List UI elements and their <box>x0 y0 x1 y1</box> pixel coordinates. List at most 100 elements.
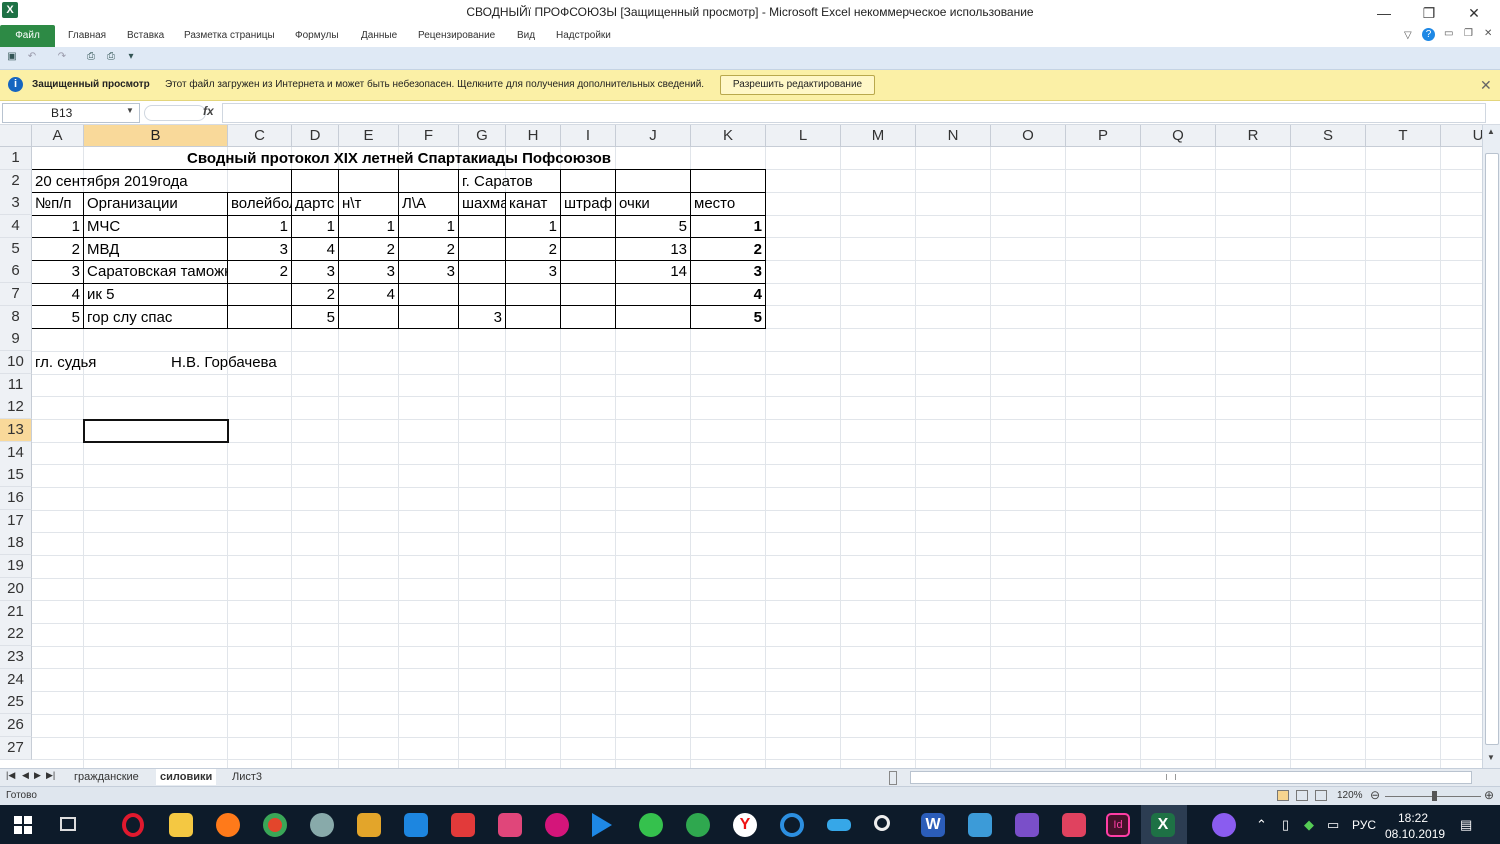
data-cell[interactable]: МЧС <box>84 215 227 237</box>
zoom-level[interactable]: 120% <box>1337 790 1363 801</box>
tab-view[interactable]: Вид <box>511 25 541 47</box>
notifications-icon[interactable]: ▤ <box>1460 817 1472 833</box>
horizontal-scrollbar[interactable] <box>910 771 1472 784</box>
data-cell[interactable] <box>459 215 505 237</box>
data-cell[interactable] <box>228 283 291 305</box>
column-header[interactable]: D <box>292 125 339 147</box>
app-icon-3[interactable] <box>498 813 522 837</box>
data-cell[interactable]: 2 <box>691 238 765 260</box>
app-icon-5[interactable] <box>968 813 992 837</box>
data-cell[interactable]: 1 <box>32 215 83 237</box>
data-cell[interactable]: 2 <box>292 283 338 305</box>
yandex-icon[interactable]: Y <box>733 813 757 837</box>
data-cell[interactable]: 2 <box>399 238 458 260</box>
chrome-icon[interactable] <box>263 813 287 837</box>
row-header[interactable]: 14 <box>0 442 32 465</box>
name-box[interactable]: B13 <box>2 103 140 123</box>
row-header[interactable]: 3 <box>0 192 32 215</box>
column-header[interactable]: B <box>84 125 228 147</box>
tab-home[interactable]: Главная <box>62 25 112 47</box>
data-cell[interactable]: 2 <box>339 238 398 260</box>
header-cell[interactable]: волейбол <box>228 192 291 214</box>
data-cell[interactable]: 2 <box>228 260 291 282</box>
header-cell[interactable]: дартс <box>292 192 338 214</box>
column-header[interactable]: E <box>339 125 399 147</box>
column-header[interactable]: P <box>1066 125 1141 147</box>
data-cell[interactable]: 3 <box>691 260 765 282</box>
city-cell[interactable]: г. Саратов <box>459 170 560 192</box>
column-header[interactable]: L <box>766 125 841 147</box>
select-all-corner[interactable] <box>0 125 32 147</box>
app-icon[interactable] <box>310 813 334 837</box>
redo-icon[interactable]: ↷ <box>55 50 69 64</box>
data-cell[interactable] <box>506 306 560 328</box>
app-icon-4[interactable] <box>827 819 851 831</box>
header-cell[interactable]: н\т <box>339 192 398 214</box>
chevron-up-icon[interactable]: ⌃ <box>1256 817 1267 833</box>
data-cell[interactable]: 1 <box>339 215 398 237</box>
data-cell[interactable]: 3 <box>459 306 505 328</box>
print-preview-icon[interactable]: ⎙ <box>84 50 98 64</box>
explorer-icon[interactable] <box>169 813 193 837</box>
row-header[interactable]: 24 <box>0 669 32 692</box>
data-cell[interactable]: Саратовская таможня <box>84 260 227 282</box>
column-header[interactable]: R <box>1216 125 1291 147</box>
data-cell[interactable] <box>399 283 458 305</box>
minimize-button[interactable]: — <box>1370 2 1398 24</box>
close-workbook-icon[interactable]: ✕ <box>1484 28 1492 39</box>
data-cell[interactable] <box>616 306 690 328</box>
sheet-tab[interactable]: Лист3 <box>228 769 266 785</box>
header-cell[interactable]: №п/п <box>32 192 83 214</box>
row-header[interactable]: 22 <box>0 623 32 646</box>
help-icon[interactable]: ? <box>1422 28 1435 41</box>
zoom-in-icon[interactable]: ⊕ <box>1484 788 1494 802</box>
data-cell[interactable]: 1 <box>399 215 458 237</box>
customize-qat-icon[interactable]: ▾ <box>124 50 138 64</box>
tab-formulas[interactable]: Формулы <box>289 25 345 47</box>
data-cell[interactable] <box>561 215 615 237</box>
data-cell[interactable] <box>459 283 505 305</box>
scroll-thumb[interactable] <box>1485 153 1499 745</box>
zoom-slider-thumb[interactable] <box>1432 791 1437 801</box>
data-cell[interactable] <box>616 283 690 305</box>
lg-icon[interactable] <box>545 813 569 837</box>
insert-function-icon[interactable]: fx <box>203 104 214 118</box>
row-header[interactable]: 12 <box>0 396 32 419</box>
row-header[interactable]: 2 <box>0 170 32 193</box>
task-view-icon[interactable] <box>60 817 76 831</box>
minimize-ribbon-icon[interactable]: ▭ <box>1444 28 1453 39</box>
search-icon[interactable] <box>874 815 890 831</box>
page-layout-view-icon[interactable] <box>1296 790 1308 801</box>
data-cell[interactable]: 13 <box>616 238 690 260</box>
app-icon-2[interactable] <box>451 813 475 837</box>
tab-insert[interactable]: Вставка <box>121 25 170 47</box>
battery-icon[interactable]: ▯ <box>1282 817 1289 833</box>
column-header[interactable]: I <box>561 125 616 147</box>
antivirus-icon[interactable]: ◆ <box>1304 817 1314 833</box>
tab-page-layout[interactable]: Разметка страницы <box>178 25 281 47</box>
data-cell[interactable]: 2 <box>32 238 83 260</box>
edge-icon[interactable] <box>780 813 804 837</box>
data-cell[interactable]: 3 <box>399 260 458 282</box>
data-cell[interactable]: 14 <box>616 260 690 282</box>
data-cell[interactable] <box>561 306 615 328</box>
row-header[interactable]: 18 <box>0 532 32 555</box>
excel-icon[interactable]: X <box>1151 813 1175 837</box>
normal-view-icon[interactable] <box>1277 790 1289 801</box>
row-header[interactable]: 11 <box>0 374 32 397</box>
column-header[interactable]: T <box>1366 125 1441 147</box>
enable-editing-button[interactable]: Разрешить редактирование <box>720 75 875 95</box>
data-cell[interactable]: 4 <box>32 283 83 305</box>
sheet-tab-active[interactable]: силовики <box>156 769 217 785</box>
message-text[interactable]: Этот файл загружен из Интернета и может … <box>165 79 704 90</box>
row-header[interactable]: 9 <box>0 328 32 351</box>
column-header[interactable]: M <box>841 125 916 147</box>
save-icon[interactable]: ▣ <box>5 50 19 64</box>
vertical-scrollbar[interactable]: ▲ ▼ <box>1482 125 1500 768</box>
language-indicator[interactable]: РУС <box>1352 818 1376 832</box>
restore-workbook-icon[interactable]: ❐ <box>1464 28 1473 39</box>
data-cell[interactable] <box>561 260 615 282</box>
column-header[interactable]: J <box>616 125 691 147</box>
opera-icon[interactable] <box>122 813 144 837</box>
row-header[interactable]: 15 <box>0 464 32 487</box>
